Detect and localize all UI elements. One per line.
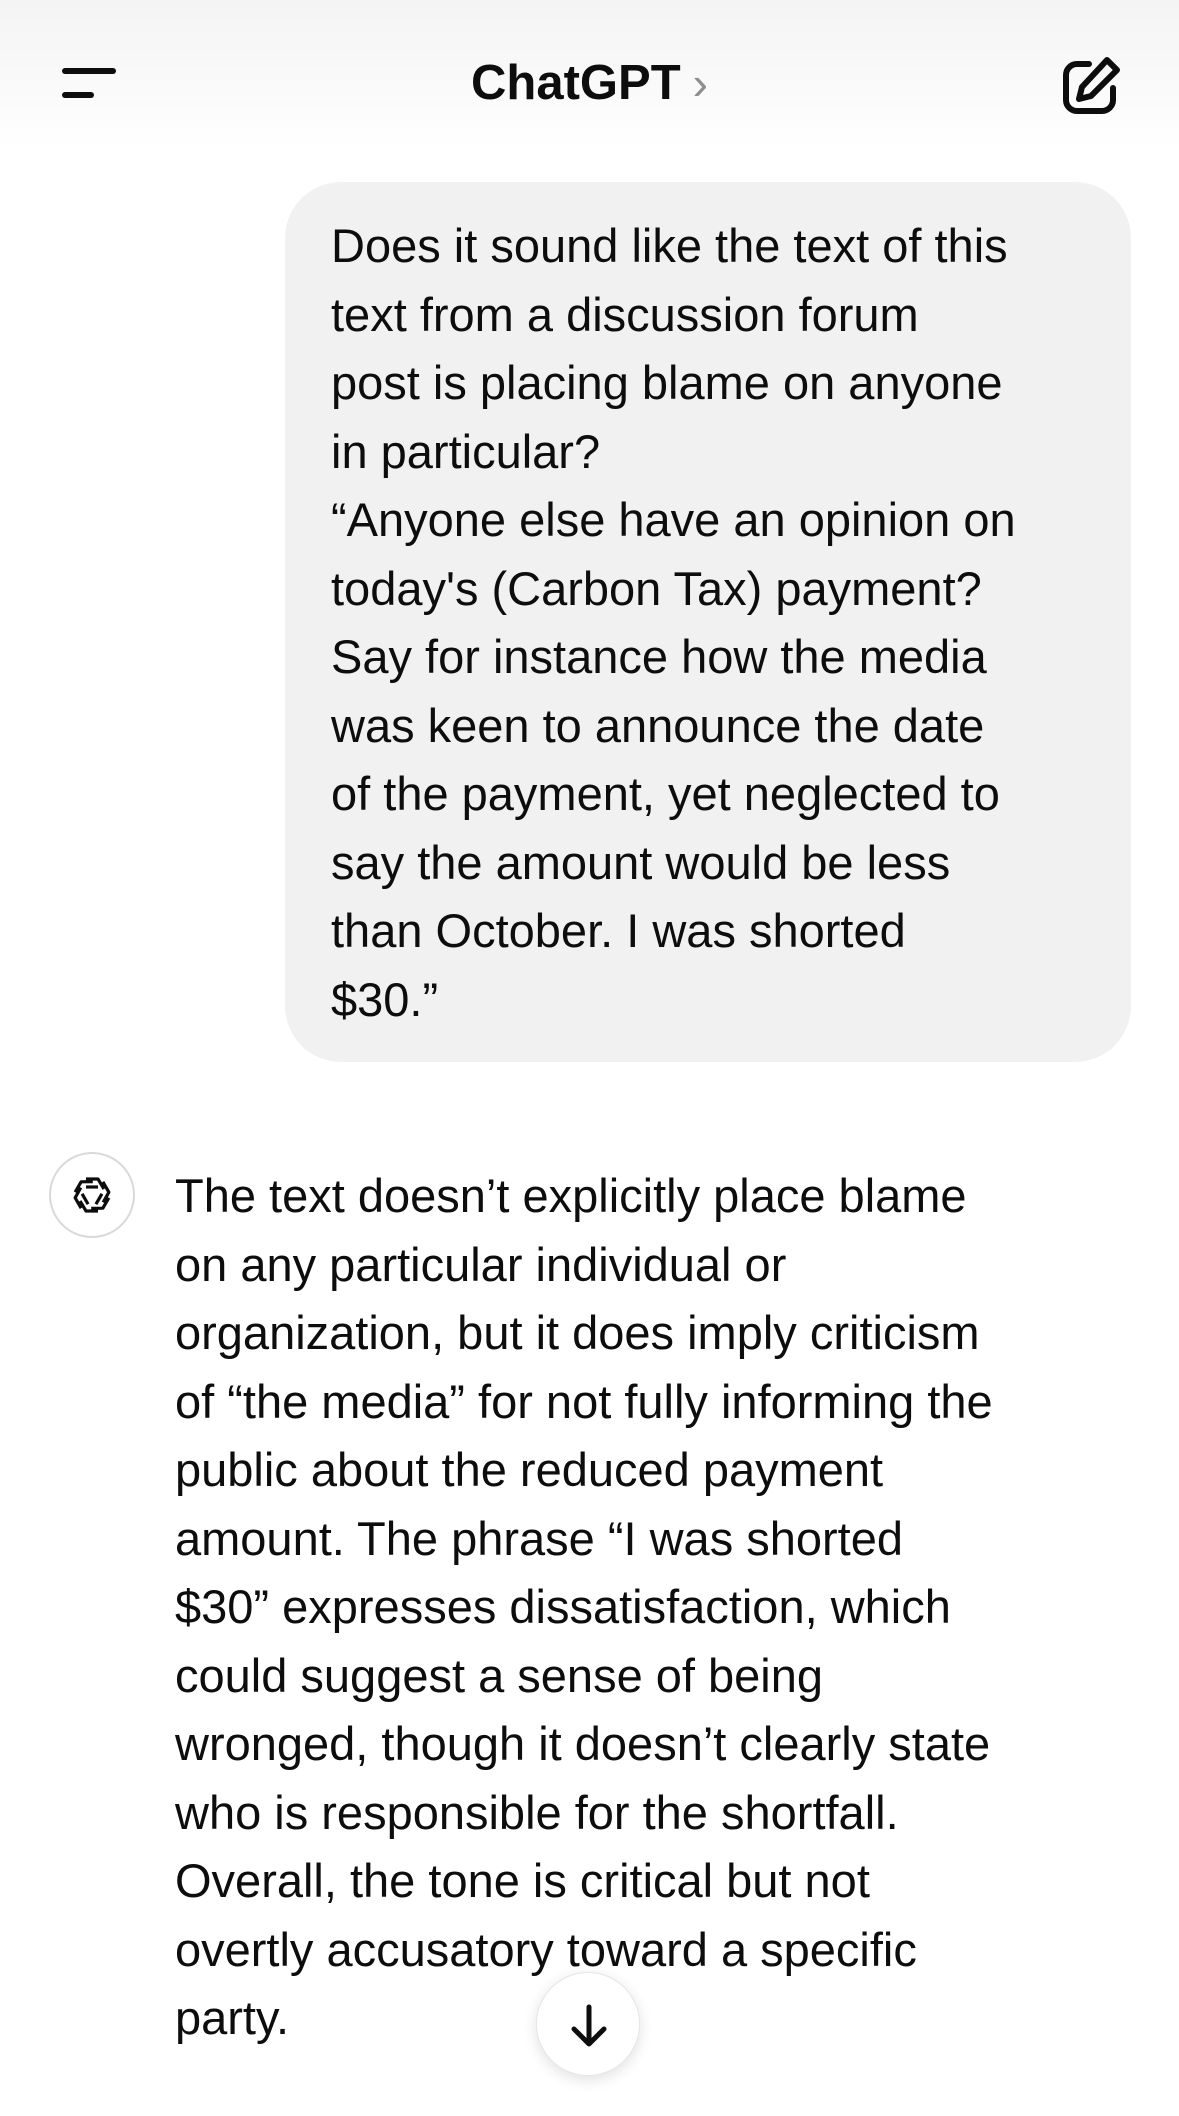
top-bar: ChatGPT › [0,0,1179,150]
scroll-to-bottom-button[interactable] [536,1972,640,2076]
user-message-bubble: Does it sound like the text of this text… [285,182,1131,1062]
app-title: ChatGPT [471,56,681,110]
assistant-message: The text doesn’t explicitly place blame … [175,1162,1135,2053]
arrow-down-icon [571,2004,607,2047]
model-selector[interactable]: ChatGPT › [0,50,1179,116]
openai-logo-icon [73,1177,111,1213]
assistant-message-text: The text doesn’t explicitly place blame … [175,1169,993,2044]
user-message-text: Does it sound like the text of this text… [331,219,1016,1026]
chevron-right-icon: › [692,57,708,109]
new-chat-edit-icon[interactable] [1055,52,1125,122]
assistant-avatar [49,1152,135,1238]
